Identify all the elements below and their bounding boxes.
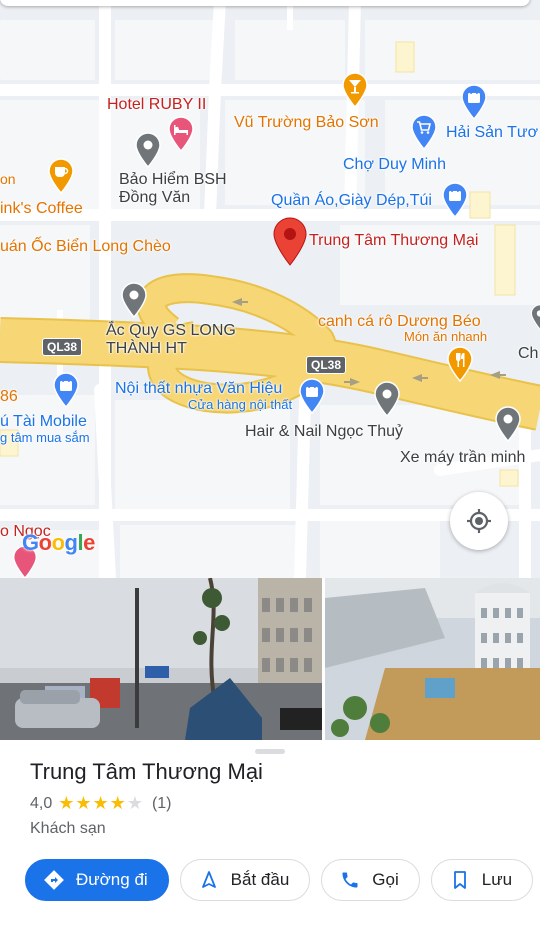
star-filled-icon: ★ <box>75 793 93 813</box>
map-label-xe-may[interactable]: Xe máy trần minh <box>400 449 525 467</box>
place-pin-icon[interactable] <box>120 282 148 318</box>
save-label: Lưu <box>481 870 513 889</box>
hotel-pin-icon[interactable] <box>167 116 195 152</box>
map-label-tai-mobile[interactable]: ú Tài Mobile <box>0 413 87 431</box>
place-photo-building[interactable] <box>325 578 540 740</box>
star-filled-icon: ★ <box>109 793 127 813</box>
map-label-tam-mua-sam: g tâm mua sắm <box>0 430 90 445</box>
save-button[interactable]: Lưu <box>430 859 534 901</box>
map-label-oc-bien[interactable]: uán Ốc Biển Long Chèo <box>0 238 171 256</box>
place-title: Trung Tâm Thương Mại <box>30 759 263 784</box>
call-label: Gọi <box>372 870 399 889</box>
place-pin-icon[interactable] <box>134 132 162 168</box>
bar-pin-icon[interactable] <box>341 72 369 108</box>
place-pin-icon[interactable] <box>373 381 401 417</box>
map-label-hair-nail[interactable]: Hair & Nail Ngọc Thuỷ <box>245 423 403 441</box>
my-location-button[interactable] <box>450 492 508 550</box>
map-label-86[interactable]: 86 <box>0 388 18 406</box>
map-label-hai-san[interactable]: Hải Sản Tươ <box>446 124 538 142</box>
shopping-pin-icon[interactable] <box>298 378 326 414</box>
photo-carousel[interactable] <box>0 578 540 740</box>
map-label-noi-that[interactable]: Nội thất nhựa Văn Hiệu <box>115 380 282 398</box>
start-label: Bắt đầu <box>230 870 290 889</box>
road-shield-ql38: QL38 <box>306 356 347 374</box>
star-empty-icon: ★ <box>126 793 144 813</box>
rating-count: (1) <box>151 794 172 812</box>
google-logo: Google <box>22 530 95 555</box>
shopping-pin-icon[interactable] <box>441 182 469 218</box>
map-label-ch[interactable]: Ch <box>518 345 538 363</box>
cafe-pin-icon[interactable] <box>47 158 75 194</box>
map-label-bao-hiem[interactable]: Bảo Hiểm BSH Đồng Văn <box>119 171 239 207</box>
start-navigation-button[interactable]: Bắt đầu <box>179 859 311 901</box>
map-label-cua-hang: Cửa hàng nội thất <box>188 397 293 412</box>
map-label-cho-duy-minh[interactable]: Chợ Duy Minh <box>343 156 446 174</box>
star-filled-icon: ★ <box>92 793 110 813</box>
map-label-hotel-ruby[interactable]: Hotel RUBY II <box>107 96 206 114</box>
crosshair-icon <box>467 509 491 533</box>
map-label-trung-tam[interactable]: Trung Tâm Thương Mại <box>309 232 478 250</box>
map-label-on[interactable]: on <box>0 170 16 188</box>
directions-button[interactable]: Đường đi <box>25 859 169 901</box>
call-button[interactable]: Gọi <box>321 859 420 901</box>
place-photo-street[interactable] <box>0 578 322 740</box>
map-base <box>0 0 540 578</box>
directions-label: Đường đi <box>76 870 148 889</box>
map-label-vu-truong[interactable]: Vũ Trường Bảo Sơn <box>234 114 379 132</box>
restaurant-pin-icon[interactable] <box>446 346 474 382</box>
cart-pin-icon[interactable] <box>410 114 438 150</box>
map-label-inks-coffee[interactable]: ink's Coffee <box>0 200 83 218</box>
star-filled-icon: ★ <box>58 793 76 813</box>
map-label-ac-quy[interactable]: Ắc Quy GS LONG THÀNH HT <box>106 322 246 358</box>
bookmark-icon <box>450 870 470 890</box>
place-pin-icon[interactable] <box>530 302 540 332</box>
map-view[interactable]: QL38 QL38 Hotel RUBY II Vũ Trường Bảo Sơ… <box>0 0 540 578</box>
star-rating: ★★★★★ <box>58 793 144 814</box>
directions-icon <box>44 870 64 890</box>
shopping-pin-icon[interactable] <box>52 372 80 408</box>
action-buttons: Đường đi Bắt đầu Gọi Lưu <box>25 859 534 901</box>
map-label-mon-an: Món ăn nhanh <box>404 329 488 344</box>
phone-icon <box>340 870 360 890</box>
place-pin-icon[interactable] <box>494 406 522 442</box>
search-bar[interactable] <box>0 0 530 6</box>
place-sheet[interactable]: Trung Tâm Thương Mại 4,0 ★★★★★ (1) Khách… <box>0 740 540 927</box>
selected-place-marker-icon[interactable] <box>272 217 308 267</box>
shopping-pin-icon[interactable] <box>460 84 488 120</box>
navigation-arrow-icon <box>199 870 219 890</box>
place-category: Khách sạn <box>30 820 106 837</box>
rating-value: 4,0 <box>30 794 53 812</box>
rating-row[interactable]: 4,0 ★★★★★ (1) <box>30 793 172 814</box>
map-label-quan-ao[interactable]: Quần Áo,Giày Dép,Túi <box>271 192 432 210</box>
road-shield-ql38: QL38 <box>42 338 83 356</box>
drag-handle[interactable] <box>255 749 285 754</box>
